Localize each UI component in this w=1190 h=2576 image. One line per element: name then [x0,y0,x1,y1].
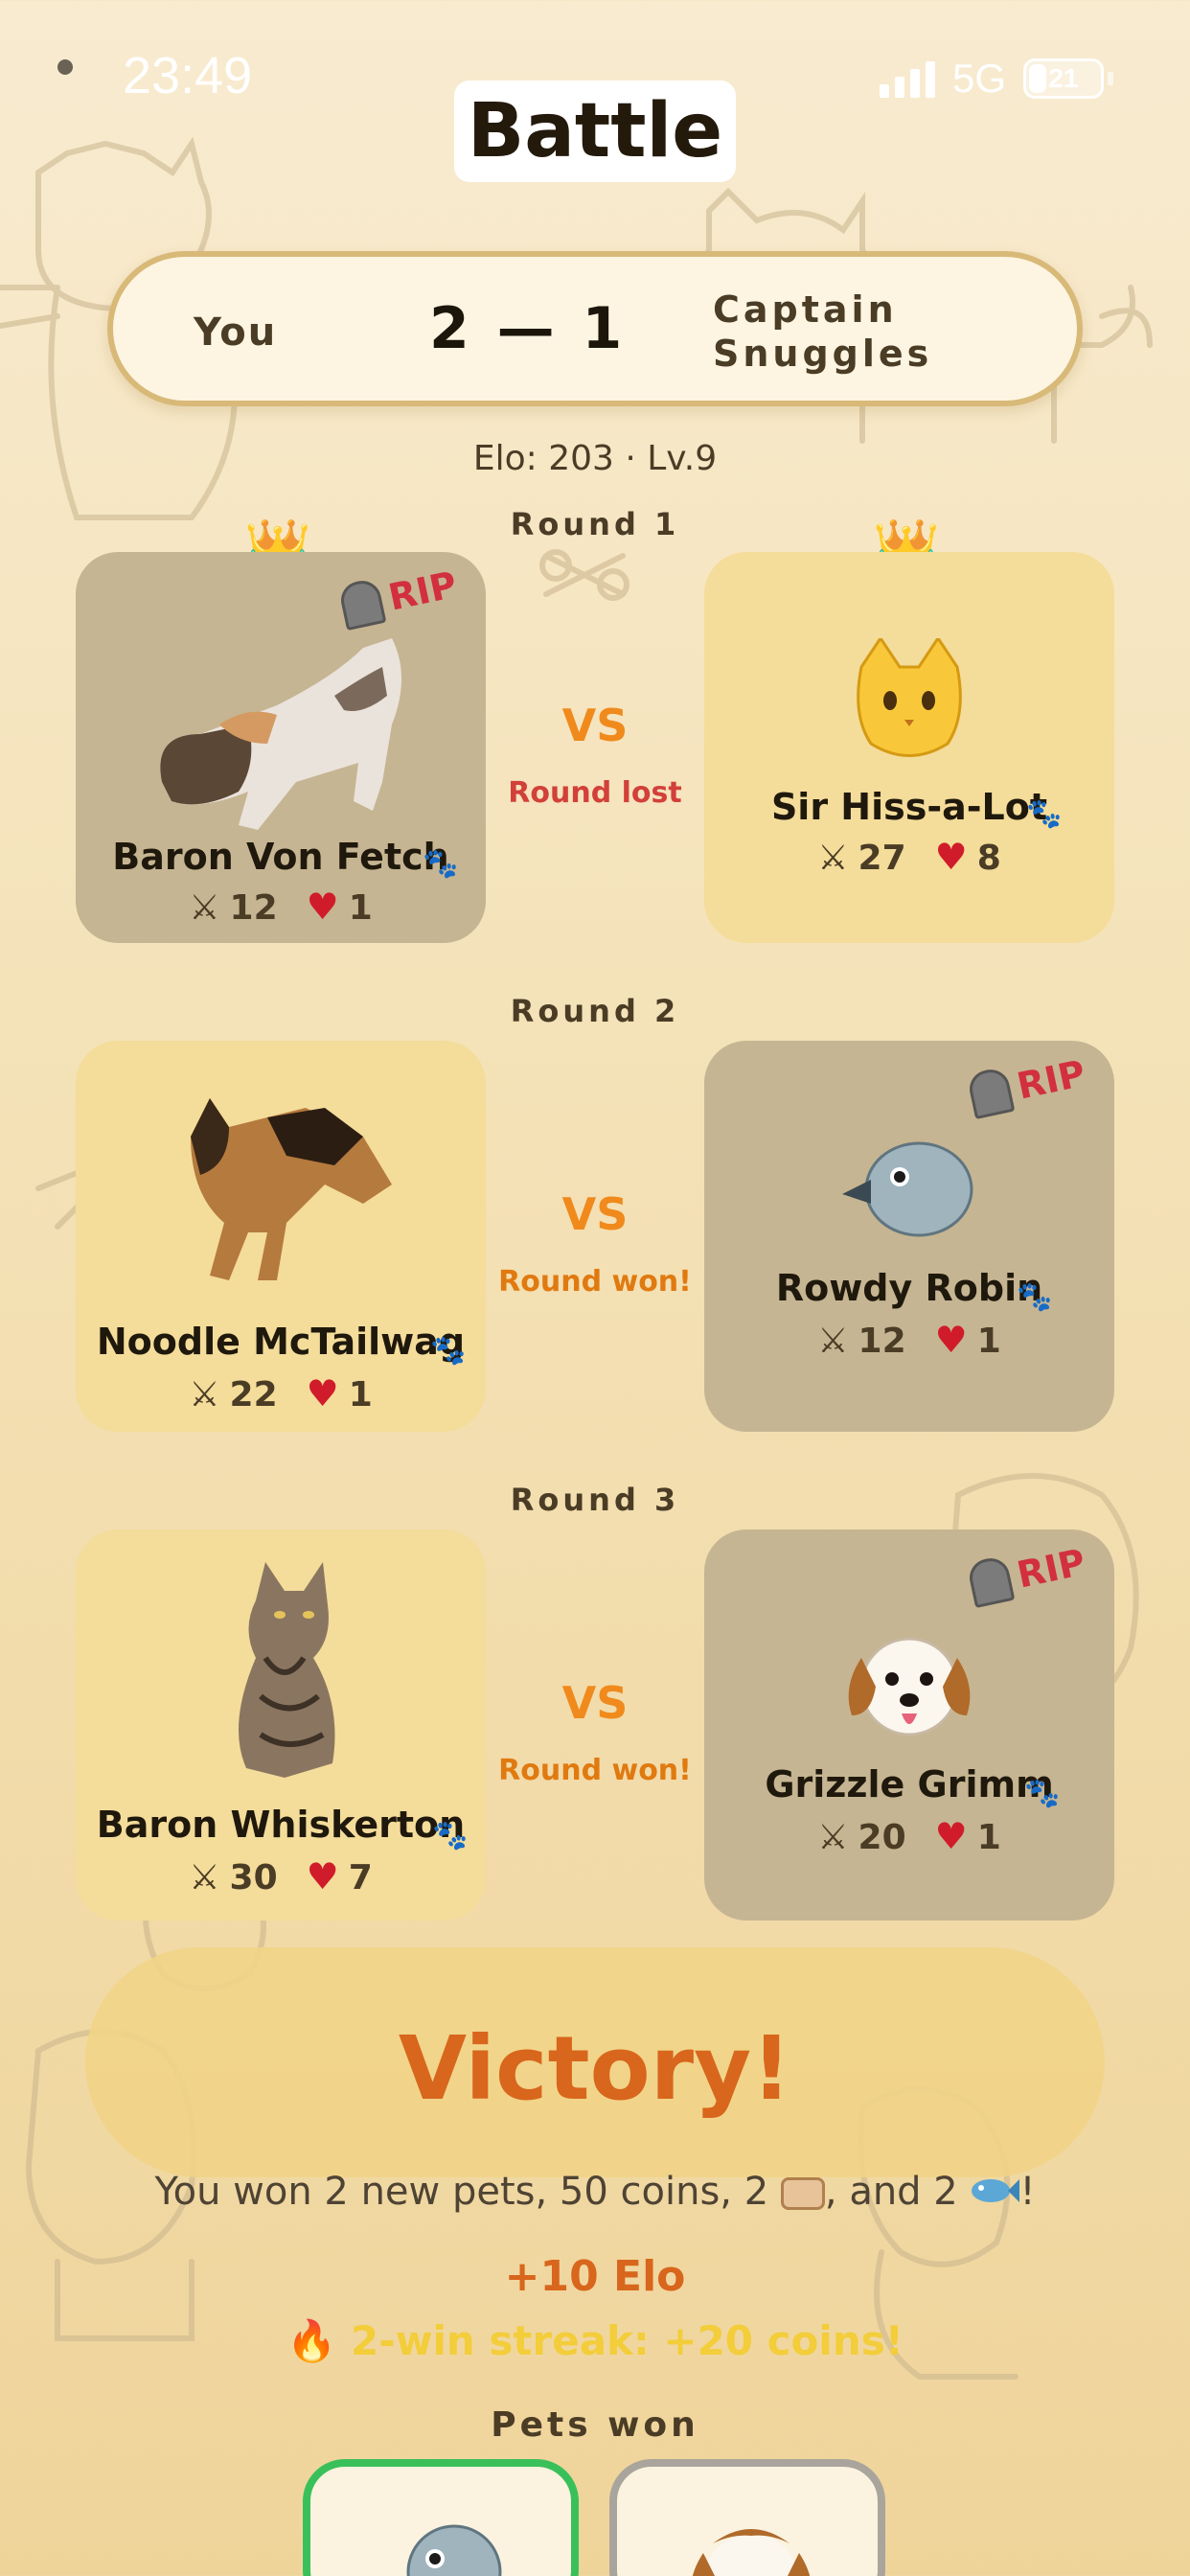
page-title: Battle [0,86,1190,176]
swords-icon: ⚔ [817,1818,849,1857]
pet-attack: 12 [858,1322,906,1361]
round-2-vs: VS Round won! [486,1188,704,1299]
paw-icon: 🐾 [1024,1777,1061,1810]
victory-title: Victory! [398,2017,792,2120]
round-3-vs: VS Round won! [486,1677,704,1787]
pet-name: Baron Whiskerton [96,1804,466,1846]
win-streak: 🔥 2-win streak: +20 coins! [286,2317,904,2364]
round-3-opponent-pet-card[interactable]: RIP Grizzle Grimm 🐾 ⚔ 20 ♥ 1 [704,1530,1114,1920]
opponent-elo-level: Elo: 203 · Lv.9 [472,439,718,478]
vs-label: VS [561,700,629,751]
heart-icon: ♥ [934,1815,968,1857]
dog-face-icon [692,2529,811,2576]
round-result: Round lost [508,776,682,810]
round-3-player-pet-card[interactable]: Baron Whiskerton 🐾 ⚔ 30 ♥ 7 [76,1530,486,1920]
won-pet-card[interactable] [609,2459,885,2576]
pet-stats: ⚔ 12 ♥ 1 [704,1319,1114,1361]
cat-face-icon [704,635,1114,767]
fire-icon: 🔥 [286,2317,337,2364]
round-1-label: Round 1 [510,506,680,542]
round-1-player-pet-card[interactable]: RIP Baron Von Fetch 🐾 ⚔ 12 ♥ 1 [76,552,486,943]
pet-hp: 1 [976,1818,1001,1857]
pet-attack: 20 [858,1818,906,1857]
pet-stats: ⚔ 12 ♥ 1 [76,886,486,928]
calico-cat-image [160,638,401,830]
swords-icon: ⚔ [189,888,220,928]
round-1-opponent-pet-card[interactable]: Sir Hiss-a-Lot 🐾 ⚔ 27 ♥ 8 [704,552,1114,943]
score-opponent-label: Captain Snuggles [713,288,933,375]
dog-face-icon [704,1620,1114,1748]
tombstone-icon [966,1066,1016,1120]
pet-hp: 1 [348,1375,373,1414]
score-value: 2 — 1 [429,295,627,362]
pet-attack: 22 [229,1375,278,1414]
round-result: Round won! [498,1265,692,1299]
german-shepherd-image [191,1098,392,1280]
pet-name: Rowdy Robin [775,1267,1043,1309]
tabby-cat-image [239,1562,335,1778]
paw-icon: 🐾 [432,1819,469,1852]
round-3-label: Round 3 [510,1482,680,1518]
paw-icon: 🐾 [1026,797,1063,831]
food-can-icon [780,2177,825,2210]
pet-stats: ⚔ 30 ♥ 7 [76,1855,486,1898]
heart-icon: ♥ [934,1319,968,1361]
score-player-label: You [194,310,278,355]
rip-badge: RIP [966,1050,1089,1120]
pet-hp: 7 [348,1858,373,1898]
pet-hp: 1 [348,888,373,928]
pets-won-label: Pets won [491,2405,699,2445]
round-1-vs: VS Round lost [486,700,704,810]
pet-name: Noodle McTailwag [96,1321,466,1363]
reward-summary: You won 2 new pets, 50 coins, 2 , and 2 … [154,2170,1036,2216]
score-pill: You 2 — 1 Captain Snuggles [107,251,1083,406]
bird-icon [406,2524,502,2576]
pet-attack: 30 [229,1858,278,1898]
rip-badge: RIP [966,1539,1089,1609]
heart-icon: ♥ [934,836,968,878]
heart-icon: ♥ [306,1855,339,1898]
swords-icon: ⚔ [817,1322,849,1361]
round-result: Round won! [498,1754,692,1787]
won-pet-card[interactable] [303,2459,579,2576]
fish-icon [970,2172,1020,2216]
tombstone-icon [966,1554,1016,1609]
heart-icon: ♥ [306,886,339,928]
camera-dot [57,59,73,75]
round-2-player-pet-card[interactable]: Noodle McTailwag 🐾 ⚔ 22 ♥ 1 [76,1041,486,1432]
pet-hp: 8 [976,839,1001,878]
paw-icon: 🐾 [1017,1280,1053,1314]
bird-icon [704,1137,1114,1246]
pet-stats: ⚔ 22 ♥ 1 [76,1372,486,1414]
pet-attack: 27 [858,839,906,878]
elo-gain: +10 Elo [504,2252,686,2301]
heart-icon: ♥ [306,1372,339,1414]
vs-label: VS [561,1188,629,1240]
pet-hp: 1 [976,1322,1001,1361]
vs-label: VS [561,1677,629,1729]
pet-stats: ⚔ 27 ♥ 8 [704,836,1114,878]
pet-stats: ⚔ 20 ♥ 1 [704,1815,1114,1857]
swords-icon: ⚔ [189,1858,220,1898]
round-2-opponent-pet-card[interactable]: RIP Rowdy Robin 🐾 ⚔ 12 ♥ 1 [704,1041,1114,1432]
round-2-label: Round 2 [510,993,680,1029]
swords-icon: ⚔ [817,839,849,878]
paw-icon: 🐾 [423,847,459,881]
pet-attack: 12 [229,888,278,928]
paw-icon: 🐾 [430,1334,467,1368]
swords-icon: ⚔ [189,1375,220,1414]
